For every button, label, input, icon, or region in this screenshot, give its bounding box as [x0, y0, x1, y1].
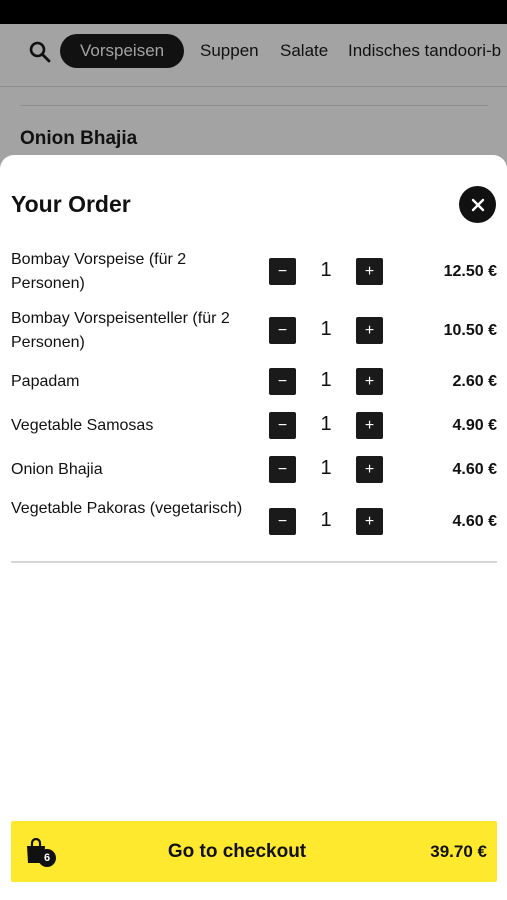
category-tab-salate[interactable]: Salate — [280, 34, 328, 68]
decrease-quantity-button[interactable]: − — [269, 317, 296, 344]
increase-quantity-button[interactable]: + — [356, 368, 383, 395]
minus-icon: − — [277, 460, 288, 478]
category-tab-vorspeisen[interactable]: Vorspeisen — [60, 34, 185, 68]
checkout-label: Go to checkout — [167, 841, 307, 862]
item-price: 4.90 € — [452, 417, 497, 434]
item-price: 12.50 € — [443, 263, 497, 280]
checkout-button[interactable]: 6 Go to checkout 39.70 € — [11, 821, 497, 882]
increase-quantity-button[interactable]: + — [356, 412, 383, 439]
category-tab-suppen[interactable]: Suppen — [200, 34, 259, 68]
item-quantity: 1 — [320, 413, 332, 435]
order-sheet: Your Order Bombay Vorspeise (für 2 Perso… — [0, 155, 507, 900]
order-title: Your Order — [11, 191, 131, 217]
close-icon — [471, 198, 484, 211]
close-button[interactable] — [459, 186, 496, 223]
item-name: Bombay Vorspeise (für 2 Personen) — [11, 251, 187, 292]
background-divider — [20, 105, 488, 106]
minus-icon: − — [277, 262, 288, 280]
decrease-quantity-button[interactable]: − — [269, 258, 296, 285]
item-name: Vegetable Pakoras (vegetarisch) — [11, 500, 243, 517]
increase-quantity-button[interactable]: + — [356, 258, 383, 285]
minus-icon: − — [277, 321, 288, 339]
checkout-total: 39.70 € — [430, 842, 487, 861]
search-icon[interactable] — [28, 40, 52, 64]
background-item-title: Onion Bhajia — [20, 128, 138, 149]
item-name: Onion Bhajia — [11, 461, 103, 478]
plus-icon: + — [364, 512, 375, 530]
item-quantity: 1 — [320, 369, 332, 391]
item-price: 10.50 € — [443, 322, 497, 339]
item-quantity: 1 — [320, 259, 332, 281]
category-tab-tandoori[interactable]: Indisches tandoori-b — [348, 34, 501, 68]
plus-icon: + — [364, 262, 375, 280]
item-quantity: 1 — [320, 318, 332, 340]
increase-quantity-button[interactable]: + — [356, 508, 383, 535]
item-price: 4.60 € — [452, 513, 497, 530]
item-price: 4.60 € — [452, 461, 497, 478]
decrease-quantity-button[interactable]: − — [269, 508, 296, 535]
item-quantity: 1 — [320, 509, 332, 531]
minus-icon: − — [277, 416, 288, 434]
item-quantity: 1 — [320, 457, 332, 479]
status-bar — [0, 0, 507, 24]
plus-icon: + — [364, 416, 375, 434]
item-name: Bombay Vorspeisenteller (für 2 Personen) — [11, 310, 230, 351]
plus-icon: + — [364, 460, 375, 478]
decrease-quantity-button[interactable]: − — [269, 412, 296, 439]
decrease-quantity-button[interactable]: − — [269, 368, 296, 395]
minus-icon: − — [277, 372, 288, 390]
item-name: Vegetable Samosas — [11, 417, 154, 434]
item-price: 2.60 € — [452, 373, 497, 390]
plus-icon: + — [364, 372, 375, 390]
order-list-divider — [11, 561, 497, 563]
minus-icon: − — [277, 512, 288, 530]
plus-icon: + — [364, 321, 375, 339]
item-name: Papadam — [11, 373, 80, 390]
increase-quantity-button[interactable]: + — [356, 456, 383, 483]
category-bar: Vorspeisen Suppen Salate Indisches tando… — [0, 24, 507, 87]
decrease-quantity-button[interactable]: − — [269, 456, 296, 483]
increase-quantity-button[interactable]: + — [356, 317, 383, 344]
